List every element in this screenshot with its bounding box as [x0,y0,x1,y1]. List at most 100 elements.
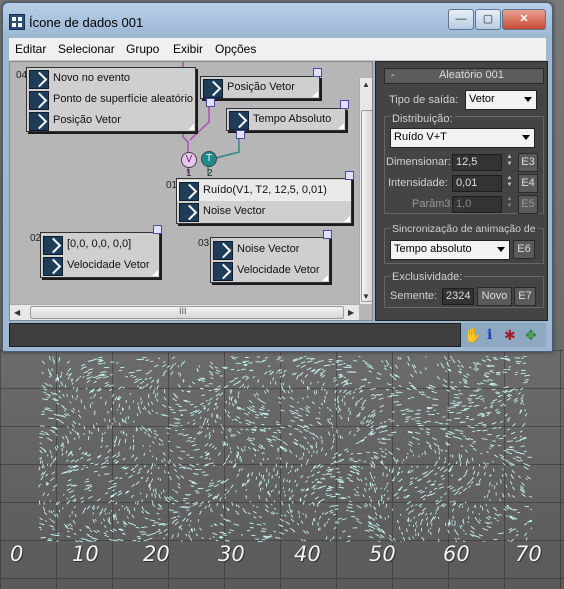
chevron-down-icon [522,135,530,140]
window-title: Ícone de dados 001 [29,15,144,30]
horizontal-scroll-thumb[interactable]: III [30,306,344,319]
output-type-label: Tipo de saída: [389,94,459,106]
output-port[interactable] [236,130,245,139]
title-bar[interactable]: Ícone de dados 001 — ▢ ✕ [3,3,552,35]
sync-e6-button[interactable]: E6 [513,240,535,259]
node-01[interactable]: Ruído(V1, T2, 12,5, 0,01) Noise Vector [176,178,352,224]
vector-icon [213,241,233,260]
intensity-spinner-icon[interactable]: ▲ ▼ [505,175,514,190]
axis-label-30: 30 [218,542,245,566]
maximize-button[interactable]: ▢ [475,9,501,30]
vertical-scroll-thumb[interactable] [361,110,372,302]
node-row[interactable]: Ponto de superfície aleatório [27,89,195,110]
close-button[interactable]: ✕ [502,9,546,30]
scroll-up-icon[interactable]: ▲ [362,80,370,89]
exclusivity-label: Exclusividade: [390,271,465,283]
node-04[interactable]: Novo no evento Ponto de superfície aleat… [26,67,196,132]
scroll-right-icon[interactable]: ▶ [348,308,354,317]
particle-field [38,356,532,542]
distribution-label: Distribuição: [390,113,455,125]
param3-e5-button[interactable]: E5 [518,195,538,214]
velocity-icon [213,262,233,281]
node-row[interactable]: Tempo Absoluto [227,109,345,130]
scroll-grip: III [179,306,187,316]
menu-opcoes[interactable]: Opções [215,42,256,56]
value-icon [43,236,63,255]
input-port[interactable] [340,100,349,109]
chevron-down-icon [524,97,532,102]
dimension-field[interactable]: 12,5 [452,154,502,171]
axis-label-20: 20 [143,542,170,566]
hand-icon[interactable]: ✋ [464,327,481,344]
input-port[interactable] [153,225,162,234]
axis-label-60: 60 [443,542,470,566]
input-port[interactable] [313,68,322,77]
node-02[interactable]: [0,0, 0,0, 0,0] Velocidade Vetor [40,232,160,278]
node-03[interactable]: Noise Vector Velocidade Vetor [210,237,330,283]
seed-label: Semente: [390,290,438,302]
node-row[interactable]: [0,0, 0,0, 0,0] [41,234,159,255]
horizontal-scrollbar[interactable]: ◀ III ▶ [10,304,359,320]
intensity-field[interactable]: 0,01 [452,175,502,192]
menu-grupo[interactable]: Grupo [126,42,159,56]
intensity-label: Intensidade: [388,177,448,189]
scroll-left-icon[interactable]: ◀ [14,308,20,317]
status-message-box [9,323,461,347]
param3-spinner-icon[interactable]: ▲ ▼ [505,196,514,211]
param3-label: Parâm3: [412,198,454,210]
seed-e7-button[interactable]: E7 [514,287,536,306]
app-icon [9,14,25,30]
move-icon[interactable]: ✥ [525,327,537,344]
rollout-header[interactable]: - Aleatório 001 [384,68,544,84]
particle-streaks [38,356,532,542]
velocity-icon [43,257,63,276]
menu-selecionar[interactable]: Selecionar [58,42,115,56]
param3-field[interactable]: 1,0 [452,196,502,213]
output-port[interactable] [206,98,215,107]
node-tempo-absoluto[interactable]: Tempo Absoluto [226,108,346,131]
status-bar: ✋ i ✱ ✥ [9,323,546,347]
vertical-scrollbar[interactable]: ▲ ▼ [359,78,372,304]
menu-exibir[interactable]: Exibir [173,42,203,56]
axis-label-0: 0 [10,542,24,566]
node-row[interactable]: Velocidade Vetor [211,260,329,281]
axis-label-70: 70 [515,542,542,566]
noise-icon [179,182,199,201]
input-port[interactable] [323,230,332,239]
axis-label-10: 10 [72,542,99,566]
minimize-button[interactable]: — [448,9,474,30]
scroll-down-icon[interactable]: ▼ [362,292,370,301]
info-icon[interactable]: i [487,327,492,343]
distribution-dropdown[interactable]: Ruído V+T [390,128,535,148]
output-type-dropdown[interactable]: Vetor [465,90,537,110]
vector-icon [179,203,199,222]
menu-editar[interactable]: Editar [15,42,46,56]
sync-dropdown[interactable]: Tempo absoluto [390,240,510,260]
node-row[interactable]: Velocidade Vetor [41,255,159,276]
time-icon [229,111,249,130]
intensity-e4-button[interactable]: E4 [518,174,538,193]
node-posicao-vetor[interactable]: Posição Vetor [200,76,320,99]
seed-field[interactable]: 2324 [442,288,474,305]
surface-point-icon [29,91,49,110]
sparkle-icon[interactable]: ✱ [504,327,516,344]
input-port[interactable] [345,171,354,180]
node-canvas[interactable]: 04 Novo no evento Ponto de superfície al… [9,61,373,321]
time-connector-t[interactable]: T [201,151,217,167]
dimension-spinner-icon[interactable]: ▲ ▼ [505,154,514,169]
vector-connector-v[interactable]: V [181,152,197,168]
node-row[interactable]: Noise Vector [177,201,351,222]
node-row[interactable]: Posição Vetor [201,77,319,98]
node-row[interactable]: Ruído(V1, T2, 12,5, 0,01) [177,180,351,201]
parameters-panel: - Aleatório 001 Tipo de saída: Vetor Dis… [375,61,548,321]
node-row[interactable]: Noise Vector [211,239,329,260]
dimension-label: Dimensionar: [386,156,451,168]
chevron-down-icon [497,247,505,252]
node-row[interactable]: Novo no evento [27,68,195,89]
rollout-toggle[interactable]: - [391,69,395,81]
node-row[interactable]: Posição Vetor [27,110,195,131]
dimension-e3-button[interactable]: E3 [518,153,538,172]
vector-icon [29,112,49,131]
axis-label-50: 50 [369,542,396,566]
new-seed-button[interactable]: Novo [477,287,512,306]
